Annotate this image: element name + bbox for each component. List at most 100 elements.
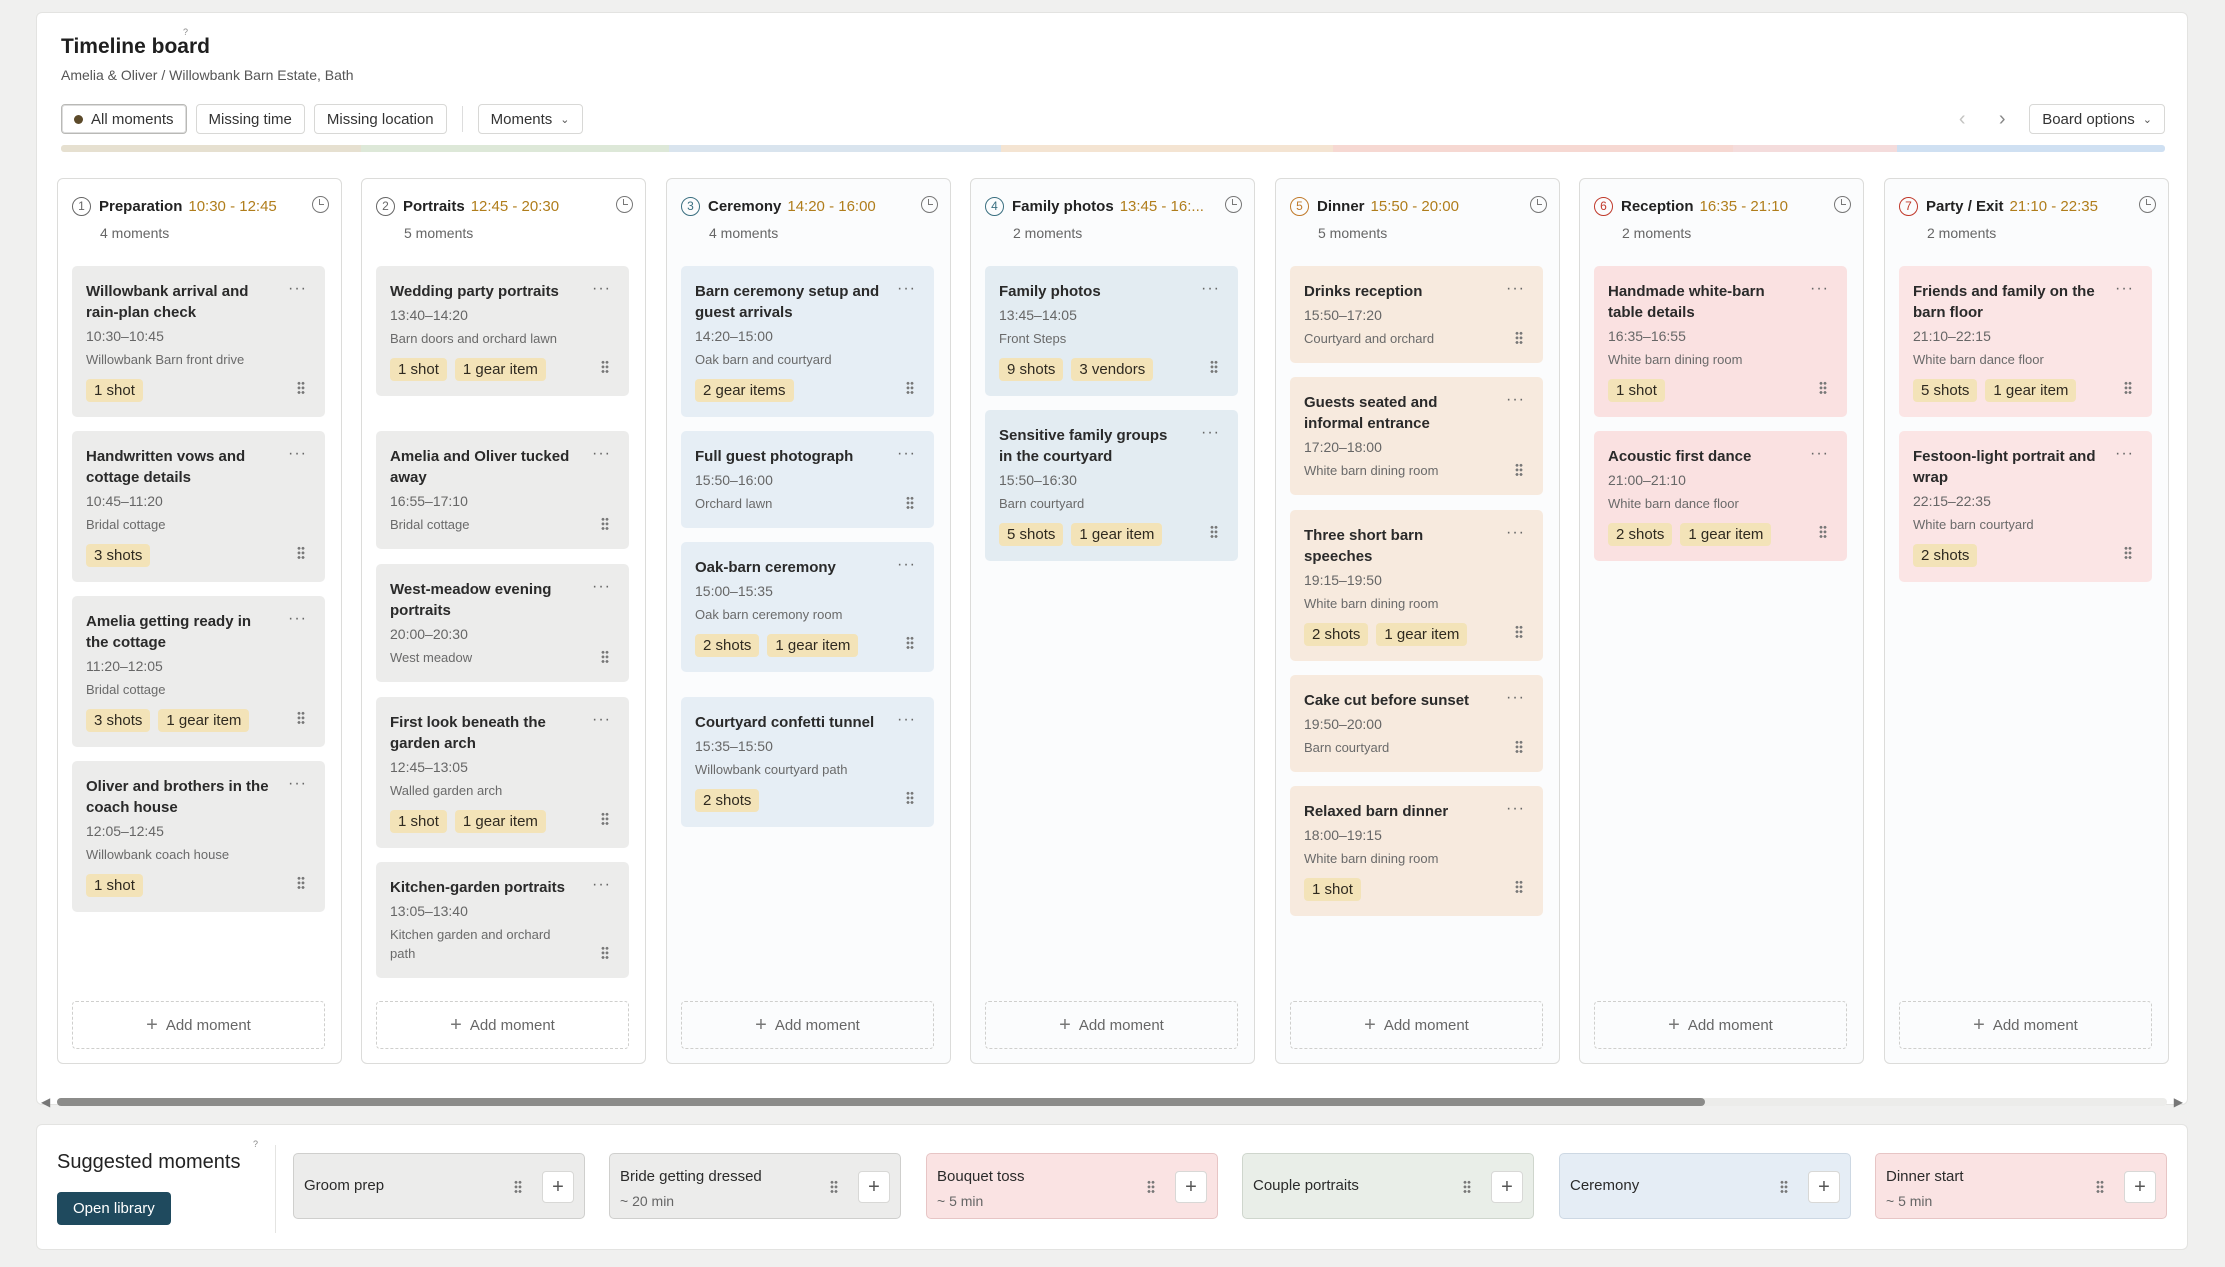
add-moment-button[interactable]: + Add moment [72, 1001, 325, 1049]
more-options-icon[interactable]: ··· [1201, 424, 1220, 442]
moment-card[interactable]: Barn ceremony setup and guest arrivals 14… [681, 266, 934, 417]
add-moment-button[interactable]: + Add moment [985, 1001, 1238, 1049]
suggested-moment-card[interactable]: Bride getting dressed ~ 20 min + [609, 1153, 901, 1219]
scroll-left-arrow-icon[interactable]: ◀ [41, 1095, 50, 1109]
moment-card[interactable]: Full guest photograph 15:50–16:00 Orchard … [681, 431, 934, 528]
drag-handle-icon[interactable] [906, 496, 914, 510]
more-options-icon[interactable]: ··· [288, 775, 307, 793]
drag-handle-icon[interactable] [1210, 360, 1218, 374]
moment-card[interactable]: Oliver and brothers in the coach house 12… [72, 761, 325, 912]
board-options-button[interactable]: Board options ⌄ [2029, 104, 2165, 134]
scroll-left-icon[interactable]: ‹ [1949, 108, 1975, 131]
clock-icon[interactable] [1530, 196, 1547, 213]
filter-all-moments[interactable]: All moments [61, 104, 187, 134]
add-moment-button[interactable]: + Add moment [1899, 1001, 2152, 1049]
suggested-moment-card[interactable]: Couple portraits + [1242, 1153, 1534, 1219]
moment-card[interactable]: Courtyard confetti tunnel 15:35–15:50 Will… [681, 697, 934, 827]
add-moment-button[interactable]: + Add moment [1594, 1001, 1847, 1049]
clock-icon[interactable] [1225, 196, 1242, 213]
add-suggested-button[interactable]: + [2124, 1171, 2156, 1203]
drag-handle-icon[interactable] [1819, 525, 1827, 539]
drag-handle-icon[interactable] [297, 546, 305, 560]
more-options-icon[interactable]: ··· [592, 711, 611, 729]
suggested-moment-card[interactable]: Bouquet toss ~ 5 min + [926, 1153, 1218, 1219]
moment-card[interactable]: Acoustic first dance 21:00–21:10 White bar… [1594, 431, 1847, 561]
drag-handle-icon[interactable] [1515, 740, 1523, 754]
more-options-icon[interactable]: ··· [592, 445, 611, 463]
moment-card[interactable]: Amelia getting ready in the cottage 11:20… [72, 596, 325, 747]
clock-icon[interactable] [616, 196, 633, 213]
more-options-icon[interactable]: ··· [1810, 280, 1829, 298]
moment-card[interactable]: Friends and family on the barn floor 21:1… [1899, 266, 2152, 417]
drag-handle-icon[interactable] [1515, 880, 1523, 894]
clock-icon[interactable] [1834, 196, 1851, 213]
more-options-icon[interactable]: ··· [1506, 800, 1525, 818]
more-options-icon[interactable]: ··· [288, 280, 307, 298]
scroll-right-icon[interactable]: › [1989, 108, 2015, 131]
drag-handle-icon[interactable] [830, 1180, 838, 1194]
more-options-icon[interactable]: ··· [897, 445, 916, 463]
more-options-icon[interactable]: ··· [897, 556, 916, 574]
moment-card[interactable]: Relaxed barn dinner 18:00–19:15 White barn… [1290, 786, 1543, 916]
drag-handle-icon[interactable] [1780, 1180, 1788, 1194]
drag-handle-icon[interactable] [1210, 525, 1218, 539]
more-options-icon[interactable]: ··· [2115, 445, 2134, 463]
more-options-icon[interactable]: ··· [1506, 689, 1525, 707]
more-options-icon[interactable]: ··· [897, 280, 916, 298]
suggested-moment-card[interactable]: Dinner start ~ 5 min + [1875, 1153, 2167, 1219]
drag-handle-icon[interactable] [297, 381, 305, 395]
drag-handle-icon[interactable] [601, 650, 609, 664]
moments-dropdown[interactable]: Moments ⌄ [477, 104, 583, 134]
more-options-icon[interactable]: ··· [288, 610, 307, 628]
more-options-icon[interactable]: ··· [2115, 280, 2134, 298]
drag-handle-icon[interactable] [601, 812, 609, 826]
more-options-icon[interactable]: ··· [1201, 280, 1220, 298]
moment-card[interactable]: Handwritten vows and cottage details 10:4… [72, 431, 325, 582]
moment-card[interactable]: Wedding party portraits 13:40–14:20 Barn d… [376, 266, 629, 396]
more-options-icon[interactable]: ··· [897, 711, 916, 729]
suggested-moment-card[interactable]: Groom prep + [293, 1153, 585, 1219]
drag-handle-icon[interactable] [601, 517, 609, 531]
moment-card[interactable]: Oak-barn ceremony 15:00–15:35 Oak barn cer… [681, 542, 934, 672]
moment-card[interactable]: Drinks reception 15:50–17:20 Courtyard and… [1290, 266, 1543, 363]
filter-missing-location[interactable]: Missing location [313, 104, 447, 134]
help-icon[interactable]: ? [183, 27, 188, 37]
scroll-right-arrow-icon[interactable]: ▶ [2174, 1095, 2183, 1109]
suggested-moment-card[interactable]: Ceremony + [1559, 1153, 1851, 1219]
add-moment-button[interactable]: + Add moment [376, 1001, 629, 1049]
more-options-icon[interactable]: ··· [1506, 524, 1525, 542]
moment-card[interactable]: Festoon-light portrait and wrap 22:15–22:… [1899, 431, 2152, 582]
horizontal-scrollbar[interactable]: ◀ ▶ [37, 1091, 2187, 1111]
drag-handle-icon[interactable] [297, 711, 305, 725]
add-suggested-button[interactable]: + [1808, 1171, 1840, 1203]
add-suggested-button[interactable]: + [858, 1171, 890, 1203]
help-icon[interactable]: ? [253, 1139, 258, 1149]
moment-card[interactable]: Sensitive family groups in the courtyard… [985, 410, 1238, 561]
drag-handle-icon[interactable] [1515, 331, 1523, 345]
moment-card[interactable]: First look beneath the garden arch 12:45–… [376, 697, 629, 848]
add-suggested-button[interactable]: + [1491, 1171, 1523, 1203]
clock-icon[interactable] [312, 196, 329, 213]
drag-handle-icon[interactable] [297, 876, 305, 890]
drag-handle-icon[interactable] [906, 381, 914, 395]
drag-handle-icon[interactable] [1515, 625, 1523, 639]
moment-card[interactable]: Handmade white-barn table details 16:35–1… [1594, 266, 1847, 417]
moment-card[interactable]: Three short barn speeches 19:15–19:50 Whit… [1290, 510, 1543, 661]
more-options-icon[interactable]: ··· [288, 445, 307, 463]
more-options-icon[interactable]: ··· [1506, 391, 1525, 409]
drag-handle-icon[interactable] [906, 791, 914, 805]
filter-missing-time[interactable]: Missing time [195, 104, 305, 134]
more-options-icon[interactable]: ··· [1506, 280, 1525, 298]
drag-handle-icon[interactable] [1515, 463, 1523, 477]
moment-card[interactable]: Willowbank arrival and rain-plan check 10… [72, 266, 325, 417]
moment-card[interactable]: Kitchen-garden portraits 13:05–13:40 Kitch… [376, 862, 629, 978]
moment-card[interactable]: Cake cut before sunset 19:50–20:00 Barn co… [1290, 675, 1543, 772]
add-moment-button[interactable]: + Add moment [1290, 1001, 1543, 1049]
drag-handle-icon[interactable] [1819, 381, 1827, 395]
scroll-thumb[interactable] [57, 1098, 1705, 1106]
clock-icon[interactable] [2139, 196, 2156, 213]
add-moment-button[interactable]: + Add moment [681, 1001, 934, 1049]
add-suggested-button[interactable]: + [542, 1171, 574, 1203]
drag-handle-icon[interactable] [601, 946, 609, 960]
more-options-icon[interactable]: ··· [592, 280, 611, 298]
